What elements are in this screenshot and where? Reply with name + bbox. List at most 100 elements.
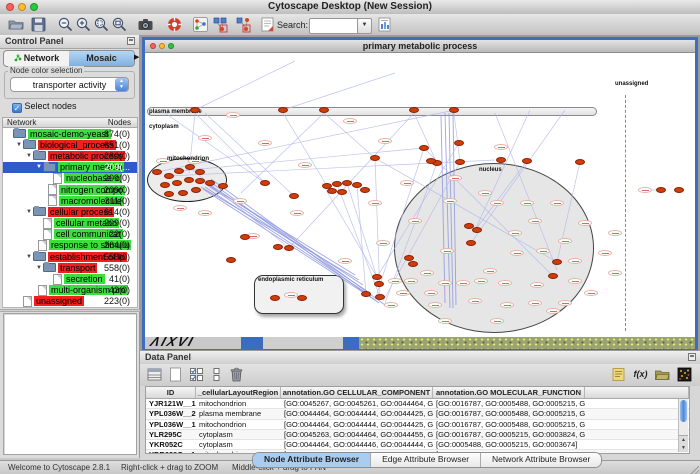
network-node[interactable] [472,227,482,233]
column-header-3[interactable]: annotation.GO MOLECULAR_FUNCTION [433,387,585,398]
search-dropdown-button[interactable]: ▼ [357,18,372,34]
network-node[interactable] [370,155,380,161]
layout-b-icon[interactable] [235,16,252,33]
float-data-panel-icon[interactable] [688,353,696,361]
table-cell[interactable]: mitochondrion [196,420,281,429]
network-node[interactable] [342,180,352,186]
tree-row-16[interactable]: Overview8(0) [3,307,137,308]
network-node[interactable] [164,191,174,197]
tree-row-5[interactable]: nitrogen compo209(0) [3,184,137,195]
window-titlebar[interactable]: Cytoscape Desktop (New Session) [0,0,700,15]
expand-arrow-icon[interactable]: ▼ [36,265,42,271]
new-attribute-icon[interactable] [167,366,184,383]
network-node[interactable] [270,295,280,301]
network-node[interactable] [674,187,684,193]
table-cell[interactable]: mitochondrion [196,399,281,408]
network-node[interactable] [174,168,184,174]
table-row-0[interactable]: YJR121W__1mitochondrion[GO:0045267, GO:0… [146,399,689,409]
expand-arrow-icon[interactable]: ▼ [36,164,42,170]
network-node[interactable] [218,183,228,189]
network-node[interactable] [575,159,585,165]
table-row-2[interactable]: YPL036W__1mitochondrion[GO:0044464, GO:0… [146,420,689,430]
tree-row-label[interactable]: transport [58,263,98,273]
network-node[interactable] [337,189,347,195]
table-cell[interactable]: cytoplasm [196,430,281,439]
tree-col-nodes[interactable]: Nodes [108,118,131,127]
network-node[interactable] [297,295,307,301]
network-node[interactable] [226,257,236,263]
tab-node-attribute-browser[interactable]: Node Attribute Browser [253,453,371,467]
tab-edge-attribute-browser[interactable]: Edge Attribute Browser [371,453,481,467]
network-node[interactable] [327,188,337,194]
tab-overflow-arrow[interactable]: ▶ [134,53,139,61]
table-row-1[interactable]: YPL036W__2plasma membrane[GO:0044464, GO… [146,409,689,419]
network-node[interactable] [332,181,342,187]
tree-row-15[interactable]: unassigned223(0) [3,296,137,307]
expand-arrow-icon[interactable]: ▼ [16,142,22,148]
table-cell[interactable]: [GO:0044464, GO:0044444, GO:0044425, G..… [281,409,433,418]
table-cell[interactable]: YLR295C [146,430,196,439]
panel-splitter[interactable] [0,309,140,312]
network-node[interactable] [360,187,370,193]
import-attributes-folder-icon[interactable] [654,366,671,383]
network-node[interactable] [656,187,666,193]
network-node[interactable] [260,180,270,186]
tab-mosaic[interactable]: Mosaic [69,51,134,66]
tree-row-9[interactable]: cell communicat22(0) [3,229,137,240]
network-node[interactable] [273,244,283,250]
table-scrollbar[interactable]: ▲▼ [678,399,688,452]
table-cell[interactable]: YJR121W__1 [146,399,196,408]
tree-row-11[interactable]: ▼establishment of lo558(0) [3,251,137,262]
table-cell[interactable]: plasma membrane [196,409,281,418]
network-node[interactable] [419,145,429,151]
table-cell[interactable]: YPL036W__1 [146,420,196,429]
birdseye-view[interactable] [3,313,137,455]
tree-row-label[interactable]: unassigned [34,296,84,306]
table-cell[interactable]: [GO:0044464, GO:0044444, GO:0044425, G..… [281,420,433,429]
attribute-table-icon[interactable] [146,366,163,383]
tree-row-0[interactable]: mosaic-demo-yeast874(0) [3,128,137,139]
network-node[interactable] [164,173,174,179]
table-cell[interactable]: YDR039C__1 [146,450,196,454]
table-cell[interactable]: [GO:0045263, GO:0044464, GO:0044455, G..… [281,430,433,439]
expand-arrow-icon[interactable]: ▼ [26,209,32,215]
table-cell[interactable]: [GO:0045267, GO:0045261, GO:0044464, G..… [281,399,433,408]
network-node[interactable] [552,259,562,265]
tree-row-6[interactable]: macromolecule311(0) [3,195,137,206]
table-cell[interactable]: [GO:0005488, GO:0005215, GO:0003674] [433,440,585,449]
network-node[interactable] [372,274,382,280]
table-cell[interactable]: [GO:0016787, GO:0005488, GO:0005215, G..… [433,399,585,408]
network-node[interactable] [455,159,465,165]
network-node[interactable] [496,157,506,163]
network-node[interactable] [374,281,384,287]
select-attributes-icon[interactable] [188,366,205,383]
search-input[interactable] [309,18,361,34]
table-cell[interactable]: [GO:0016787, GO:0005488, GO:0005215, G..… [433,409,585,418]
delete-attribute-icon[interactable] [228,366,245,383]
network-node[interactable] [375,294,385,300]
network-node[interactable] [195,178,205,184]
network-node[interactable] [178,190,188,196]
network-node[interactable] [160,182,170,188]
import-table-icon[interactable] [376,16,393,33]
network-node[interactable] [289,193,299,199]
network-canvas[interactable]: plasma membrane cytoplasm mitochondrion … [145,53,695,337]
network-node[interactable] [191,187,201,193]
column-header-2[interactable]: annotation.GO CELLULAR_COMPONENT [281,387,433,398]
network-node[interactable] [449,107,459,113]
column-header-1[interactable]: _cellularLayoutRegion [196,387,281,398]
tree-row-label[interactable]: mosaic-demo-yeast [28,129,111,139]
help-lifering-icon[interactable] [166,16,183,33]
zoom-out-icon[interactable] [57,16,74,33]
float-panel-icon[interactable] [127,37,135,45]
tree-row-3[interactable]: ▼primary metabo209(... [3,162,137,173]
tab-network-attribute-browser[interactable]: Network Attribute Browser [481,453,601,467]
network-node[interactable] [454,140,464,146]
tree-row-14[interactable]: multi-organism pro42(0) [3,285,137,296]
zoom-fit-icon[interactable] [111,16,128,33]
table-row-3[interactable]: YLR295Ccytoplasm[GO:0045263, GO:0044464,… [146,430,689,440]
network-node[interactable] [152,169,162,175]
resize-grip[interactable] [689,464,699,474]
network-node[interactable] [172,180,182,186]
tree-row-10[interactable]: response to stimulu264(0) [3,240,137,251]
